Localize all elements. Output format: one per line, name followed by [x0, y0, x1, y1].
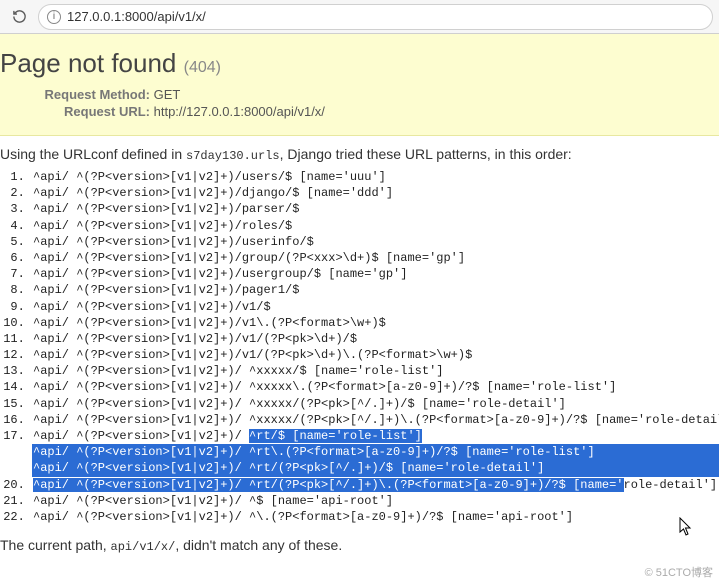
url-pattern-selected: ^api/ ^(?P<version>[v1|v2]+)/ ^rt/$ [nam… — [32, 428, 719, 444]
url-pattern: ^api/ ^(?P<version>[v1|v2]+)/v1/(?P<pk>\… — [32, 347, 719, 363]
url-pattern: ^api/ ^(?P<version>[v1|v2]+)/group/(?P<x… — [32, 250, 719, 266]
explain-suffix: , Django tried these URL patterns, in th… — [280, 146, 572, 162]
url-pattern: ^api/ ^(?P<version>[v1|v2]+)/userinfo/$ — [32, 234, 719, 250]
explain-prefix: Using the URLconf defined in — [0, 146, 186, 162]
no-match-message: The current path, api/v1/x/, didn't matc… — [0, 531, 719, 554]
footer-suffix: , didn't match any of these. — [175, 537, 342, 553]
url-pattern: ^api/ ^(?P<version>[v1|v2]+)/ ^xxxxx/$ [… — [32, 363, 719, 379]
urlconf-module: s7day130.urls — [186, 149, 280, 163]
reload-button[interactable] — [6, 4, 32, 30]
address-bar[interactable]: i 127.0.0.1:8000/api/v1/x/ — [38, 4, 713, 30]
url-pattern: ^api/ ^(?P<version>[v1|v2]+)/usergroup/$… — [32, 266, 719, 282]
url-pattern: ^api/ ^(?P<version>[v1|v2]+)/ ^xxxxx/(?P… — [32, 396, 719, 412]
url-pattern: ^api/ ^(?P<version>[v1|v2]+)/ ^\.(?P<for… — [32, 509, 719, 525]
url-pattern: ^api/ ^(?P<version>[v1|v2]+)/parser/$ — [32, 201, 719, 217]
status-code: (404) — [184, 59, 221, 76]
page-title-text: Page not found — [0, 48, 176, 78]
url-pattern: ^api/ ^(?P<version>[v1|v2]+)/pager1/$ — [32, 282, 719, 298]
url-pattern-selected: ^api/ ^(?P<version>[v1|v2]+)/ ^rt\.(?P<f… — [32, 444, 719, 460]
url-pattern: ^api/ ^(?P<version>[v1|v2]+)/v1\.(?P<for… — [32, 315, 719, 331]
url-pattern-selected: ^api/ ^(?P<version>[v1|v2]+)/ ^rt/(?P<pk… — [32, 477, 719, 493]
url-pattern: ^api/ ^(?P<version>[v1|v2]+)/v1/(?P<pk>\… — [32, 331, 719, 347]
url-pattern: ^api/ ^(?P<version>[v1|v2]+)/users/$ [na… — [32, 169, 719, 185]
site-info-icon[interactable]: i — [47, 10, 61, 24]
url-pattern: ^api/ ^(?P<version>[v1|v2]+)/v1/$ — [32, 299, 719, 315]
url-pattern-list: ^api/ ^(?P<version>[v1|v2]+)/users/$ [na… — [10, 169, 719, 525]
current-path: api/v1/x/ — [111, 540, 176, 554]
mouse-cursor-icon — [679, 517, 693, 542]
url-pattern: ^api/ ^(?P<version>[v1|v2]+)/django/$ [n… — [32, 185, 719, 201]
urlconf-explanation: Using the URLconf defined in s7day130.ur… — [0, 136, 719, 167]
url-pattern: ^api/ ^(?P<version>[v1|v2]+)/ ^xxxxx/(?P… — [32, 412, 719, 428]
request-method-value: GET — [154, 87, 181, 102]
pattern-plain: role-detail'] — [624, 478, 718, 492]
address-bar-text: 127.0.0.1:8000/api/v1/x/ — [67, 9, 206, 24]
pattern-highlight: ^rt/$ [name='role-list'] — [249, 429, 422, 443]
pattern-plain: ^api/ ^(?P<version>[v1|v2]+)/ — [33, 429, 249, 443]
url-pattern: ^api/ ^(?P<version>[v1|v2]+)/ ^$ [name='… — [32, 493, 719, 509]
request-meta: Request Method: GET Request URL: http://… — [0, 87, 719, 119]
browser-toolbar: i 127.0.0.1:8000/api/v1/x/ — [0, 0, 719, 34]
request-url-label: Request URL: — [0, 104, 150, 119]
url-pattern-selected: ^api/ ^(?P<version>[v1|v2]+)/ ^rt/(?P<pk… — [32, 460, 719, 476]
footer-prefix: The current path, — [0, 537, 111, 553]
watermark: © 51CTO博客 — [645, 564, 713, 580]
request-method-label: Request Method: — [0, 87, 150, 102]
request-url-value: http://127.0.0.1:8000/api/v1/x/ — [154, 104, 325, 119]
error-header: Page not found (404) Request Method: GET… — [0, 34, 719, 136]
url-pattern: ^api/ ^(?P<version>[v1|v2]+)/roles/$ — [32, 218, 719, 234]
page-title: Page not found (404) — [0, 48, 719, 79]
url-pattern: ^api/ ^(?P<version>[v1|v2]+)/ ^xxxxx\.(?… — [32, 379, 719, 395]
pattern-highlight: ^api/ ^(?P<version>[v1|v2]+)/ ^rt/(?P<pk… — [33, 478, 624, 492]
